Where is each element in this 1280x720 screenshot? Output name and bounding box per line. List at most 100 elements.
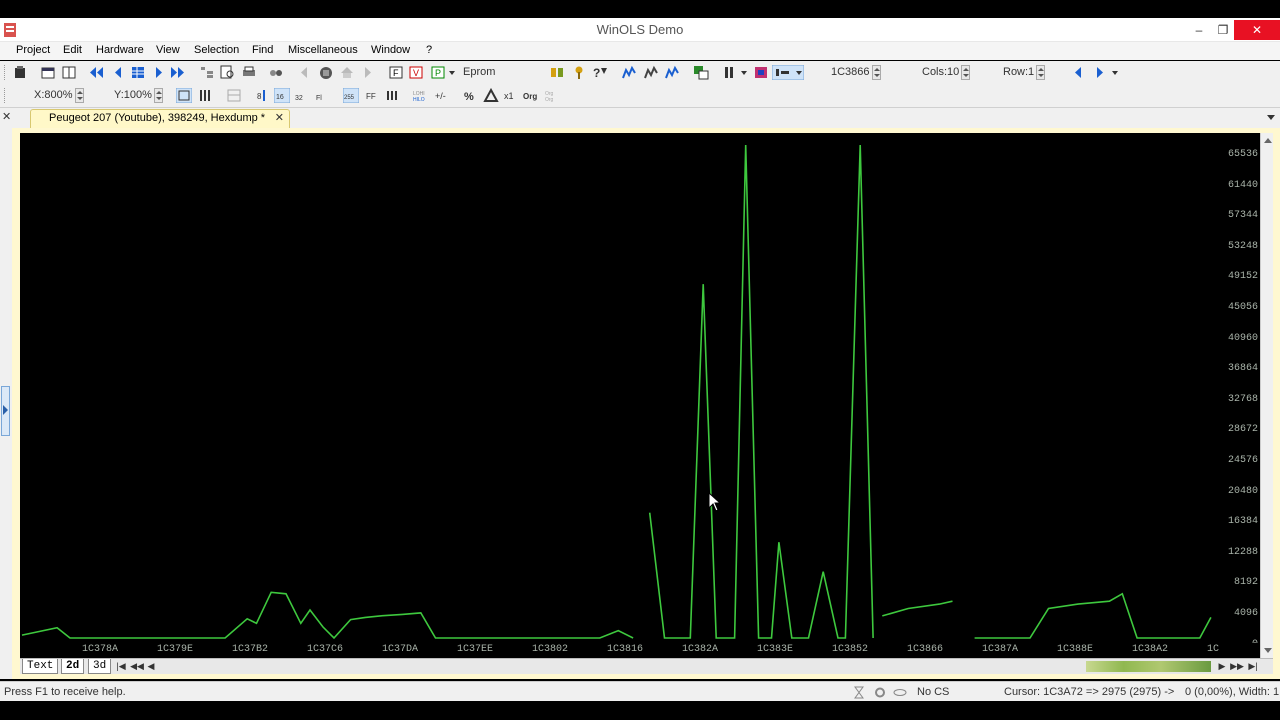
data-line-segment-3 xyxy=(974,592,1212,639)
cols-spinner[interactable] xyxy=(961,64,971,80)
view-width-icon[interactable] xyxy=(772,65,804,80)
decimal-255-icon[interactable]: 255 xyxy=(343,88,359,103)
close-window-button[interactable]: ✕ xyxy=(1234,20,1280,40)
last-page-icon[interactable]: ▶| xyxy=(1246,660,1260,673)
restore-button[interactable]: ❐ xyxy=(1212,20,1234,40)
help-question-icon[interactable]: ? xyxy=(592,65,608,80)
print-icon[interactable] xyxy=(241,65,257,80)
tree-icon[interactable] xyxy=(199,65,215,80)
chevron-down-icon[interactable] xyxy=(448,65,456,80)
expand-panel-handle[interactable] xyxy=(1,386,10,436)
row-field[interactable]: Row:1 xyxy=(1003,64,1046,81)
svg-text:Org: Org xyxy=(523,92,537,101)
forward-disabled-icon[interactable] xyxy=(360,65,376,80)
x-tick-label: 1C37B2 xyxy=(232,644,269,655)
view-tab-text[interactable]: Text xyxy=(22,659,59,674)
map-finder-3-icon[interactable] xyxy=(665,65,681,80)
y-zoom-field[interactable]: Y:100% xyxy=(114,87,163,104)
menu-window[interactable]: Window xyxy=(371,44,410,56)
menu-find[interactable]: Find xyxy=(252,44,273,56)
toolbar-grip[interactable] xyxy=(4,65,7,80)
menu-help[interactable]: ? xyxy=(426,44,432,56)
scroll-right-icon[interactable] xyxy=(1092,65,1108,80)
hardware-icon[interactable] xyxy=(12,65,28,80)
menu-project[interactable]: Project xyxy=(16,44,50,56)
float-icon[interactable]: Fl xyxy=(315,88,331,103)
new-window-icon[interactable] xyxy=(40,65,56,80)
view-tab-2d[interactable]: 2d xyxy=(61,659,85,674)
toolbar-grip[interactable] xyxy=(4,88,7,103)
compare-icon[interactable] xyxy=(549,65,565,80)
sign-icon[interactable]: +/- xyxy=(434,88,450,103)
menu-hardware[interactable]: Hardware xyxy=(96,44,144,56)
original-icon[interactable]: Org xyxy=(523,88,539,103)
back-disabled-icon[interactable] xyxy=(297,65,313,80)
copy-window-icon[interactable] xyxy=(693,65,709,80)
row-spinner[interactable] xyxy=(1036,64,1046,80)
delta-icon[interactable] xyxy=(483,88,499,103)
v-box-icon[interactable]: V xyxy=(408,65,424,80)
step-back-icon[interactable]: ◀ xyxy=(144,660,158,673)
cols-field[interactable]: Cols:10 xyxy=(922,64,971,81)
next-page-icon[interactable]: ▶▶ xyxy=(1230,660,1244,673)
f-box-icon[interactable]: F xyxy=(388,65,404,80)
tab-peugeot-hexdump[interactable]: Peugeot 207 (Youtube), 398249, Hexdump *… xyxy=(30,109,290,128)
minimize-button[interactable]: – xyxy=(1188,20,1210,40)
close-all-icon[interactable]: ✕ xyxy=(2,110,11,123)
previous-map-icon[interactable] xyxy=(110,65,126,80)
address-field[interactable]: 1C3866 xyxy=(831,64,881,81)
map-finder-icon[interactable] xyxy=(622,65,638,80)
hilo-icon[interactable]: LOHIHILO xyxy=(413,88,429,103)
menu-selection[interactable]: Selection xyxy=(194,44,239,56)
connect-icon[interactable] xyxy=(268,65,284,80)
scroll-up-arrow-icon[interactable] xyxy=(1264,138,1272,143)
16bit-icon[interactable]: 16 xyxy=(274,88,290,103)
fit-view-icon[interactable] xyxy=(176,88,192,103)
chevron-down-icon[interactable] xyxy=(1111,65,1119,80)
menu-miscellaneous[interactable]: Miscellaneous xyxy=(288,44,358,56)
grid-disabled-icon[interactable] xyxy=(226,88,242,103)
hex-ff-icon[interactable]: FF xyxy=(364,88,380,103)
search-map-icon[interactable] xyxy=(220,65,236,80)
percent-icon[interactable]: % xyxy=(462,88,478,103)
next-map-icon[interactable] xyxy=(151,65,167,80)
8bit-icon[interactable]: 8 xyxy=(254,88,270,103)
line-chart[interactable] xyxy=(20,133,1220,643)
scroll-down-arrow-icon[interactable] xyxy=(1264,648,1272,653)
y-zoom-spinner[interactable] xyxy=(153,87,163,103)
x-tick-label: 1C378A xyxy=(82,644,119,655)
horizontal-scroll-thumb[interactable] xyxy=(1086,661,1211,672)
first-page-icon[interactable]: |◀ xyxy=(114,660,128,673)
eprom-combo[interactable]: Eprom xyxy=(461,64,541,81)
plot-area[interactable] xyxy=(20,133,1260,658)
tab-close-icon[interactable]: ✕ xyxy=(275,110,284,127)
step-forward-icon[interactable]: ▶ xyxy=(1215,660,1229,673)
x-zoom-spinner[interactable] xyxy=(74,87,84,103)
map-finder-2-icon[interactable] xyxy=(644,65,660,80)
vertical-bars-icon[interactable] xyxy=(198,88,214,103)
read-ecu-icon[interactable] xyxy=(318,65,334,80)
first-map-icon[interactable] xyxy=(88,65,104,80)
window-grid-icon[interactable] xyxy=(61,65,77,80)
p-box-icon[interactable]: P xyxy=(430,65,446,80)
factor-x1-icon[interactable]: x1 xyxy=(503,88,519,103)
32bit-icon[interactable]: 32 xyxy=(294,88,310,103)
map-list-icon[interactable] xyxy=(130,65,146,80)
view-tab-3d[interactable]: 3d xyxy=(88,659,112,674)
previous-page-icon[interactable]: ◀◀ xyxy=(130,660,144,673)
menu-edit[interactable]: Edit xyxy=(63,44,82,56)
columns-icon[interactable] xyxy=(723,65,739,80)
address-spinner[interactable] xyxy=(871,64,881,80)
scroll-left-icon[interactable] xyxy=(1070,65,1086,80)
last-map-icon[interactable] xyxy=(170,65,186,80)
original-delta-icon[interactable]: OrgOrg xyxy=(545,88,561,103)
key-icon[interactable] xyxy=(571,65,587,80)
chevron-down-icon[interactable] xyxy=(740,65,748,80)
vertical-scrollbar[interactable] xyxy=(1260,133,1273,658)
tab-list-chevron-icon[interactable] xyxy=(1267,115,1275,120)
write-ecu-icon[interactable] xyxy=(339,65,355,80)
x-zoom-field[interactable]: X:800% xyxy=(34,87,84,104)
binary-icon[interactable] xyxy=(385,88,401,103)
color-fill-icon[interactable] xyxy=(753,65,769,80)
menu-view[interactable]: View xyxy=(156,44,180,56)
